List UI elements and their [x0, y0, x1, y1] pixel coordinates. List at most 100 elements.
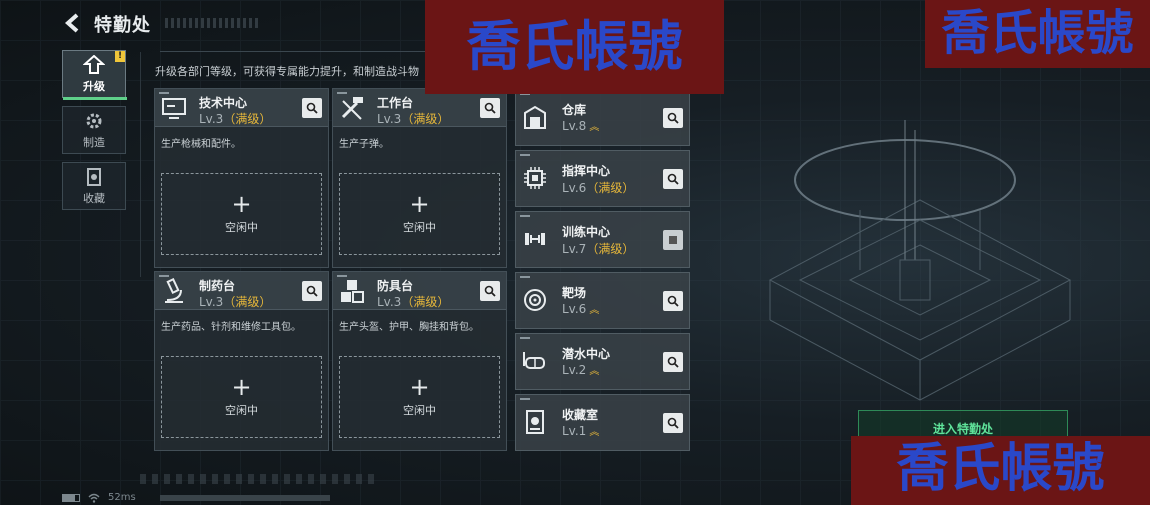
card-description: 生产头盔、护甲、胸挂和背包。 [339, 322, 479, 333]
card-level: Lv.3（满级） [199, 295, 272, 309]
nav-tab-collection[interactable]: 收藏 [62, 162, 126, 210]
facility-level: Lv.8 ︽ [562, 119, 599, 133]
watermark: 喬氏帳號 [851, 436, 1150, 505]
search-icon [667, 173, 679, 185]
upgrade-icon [83, 54, 105, 74]
details-button[interactable] [480, 98, 500, 118]
facility-name: 训练中心 [562, 225, 611, 239]
facility-level: Lv.6（满级） [562, 181, 635, 195]
bottom-status-bar [160, 495, 330, 501]
bottom-decoration [140, 474, 380, 484]
diving-mask-icon [523, 352, 545, 369]
nav-tab-manufacture[interactable]: 制造 [62, 106, 126, 154]
facility-level: Lv.2 ︽ [562, 363, 599, 377]
system-status: 52ms [62, 492, 136, 503]
search-icon [484, 102, 496, 114]
base-wireframe-illustration [768, 120, 1072, 401]
details-button[interactable] [480, 281, 500, 301]
card-tech-center[interactable]: 技术中心 Lv.3（满级） 生产枪械和配件。 + 空闲中 [154, 88, 329, 268]
ping-value: 52ms [108, 492, 136, 503]
facility-name: 收藏室 [562, 408, 599, 422]
collection-room-icon [526, 410, 544, 434]
card-description: 生产子弹。 [339, 139, 389, 150]
details-button[interactable] [663, 230, 683, 250]
details-button[interactable] [663, 352, 683, 372]
search-icon [306, 285, 318, 297]
production-slot[interactable]: + 空闲中 [339, 356, 500, 438]
search-icon [667, 295, 679, 307]
nav-label: 收藏 [83, 191, 105, 205]
nav-label: 升级 [83, 79, 105, 93]
gear-icon [86, 113, 102, 128]
card-level: Lv.3（满级） [377, 295, 450, 309]
placeholder-icon [669, 236, 677, 244]
microscope-icon [165, 278, 183, 303]
header-decoration [165, 18, 260, 28]
search-icon [306, 102, 318, 114]
nav-tab-upgrade[interactable]: ! 升级 [62, 50, 127, 100]
details-button[interactable] [663, 291, 683, 311]
slot-status: 空闲中 [225, 221, 258, 234]
facility-command-center[interactable]: 指挥中心 Lv.6（满级） [515, 150, 690, 207]
card-description: 生产药品、针剂和维修工具包。 [161, 322, 301, 333]
facility-diving-center[interactable]: 潜水中心 Lv.2 ︽ [515, 333, 690, 390]
card-description: 生产枪械和配件。 [161, 139, 241, 150]
facility-level: Lv.6 ︽ [562, 302, 599, 316]
facility-collection-room[interactable]: 收藏室 Lv.1 ︽ [515, 394, 690, 451]
search-icon [484, 285, 496, 297]
production-slot[interactable]: + 空闲中 [339, 173, 500, 255]
card-title: 制药台 [199, 279, 236, 293]
card-level: Lv.3（满级） [377, 112, 450, 126]
monitor-icon [162, 98, 186, 119]
facility-name: 仓库 [562, 103, 587, 117]
chip-icon [524, 167, 546, 189]
search-icon [667, 417, 679, 429]
production-slot[interactable]: + 空闲中 [161, 173, 322, 255]
boxes-icon [341, 280, 364, 303]
details-button[interactable] [663, 169, 683, 189]
plus-icon: + [231, 373, 252, 401]
battery-icon [62, 493, 80, 502]
warehouse-icon [524, 105, 546, 129]
card-workbench[interactable]: 工作台 Lv.3（满级） 生产子弹。 + 空闲中 [332, 88, 507, 268]
details-button[interactable] [663, 108, 683, 128]
notification-badge: ! [115, 51, 125, 62]
nav-label: 制造 [83, 135, 105, 149]
card-title: 工作台 [377, 96, 414, 110]
back-arrow-icon[interactable] [62, 12, 84, 34]
facility-name: 指挥中心 [562, 164, 611, 178]
upgrade-chevron-icon: ︽ [589, 427, 599, 438]
card-title: 技术中心 [199, 96, 248, 110]
frame-divider [140, 52, 141, 277]
facility-shooting-range[interactable]: 靶场 Lv.6 ︽ [515, 272, 690, 329]
page-description: 升级各部门等级，可获得专属能力提升，和制造战斗物 [155, 65, 419, 78]
card-armor-bench[interactable]: 防具台 Lv.3（满级） 生产头盔、护甲、胸挂和背包。 + 空闲中 [332, 271, 507, 451]
slot-status: 空闲中 [225, 404, 258, 417]
slot-status: 空闲中 [403, 404, 436, 417]
card-level: Lv.3（满级） [199, 112, 272, 126]
production-slot[interactable]: + 空闲中 [161, 356, 322, 438]
facility-warehouse[interactable]: 仓库 Lv.8 ︽ [515, 89, 690, 146]
search-icon [667, 112, 679, 124]
plus-icon: + [409, 190, 430, 218]
target-icon [524, 289, 546, 311]
page-title: 特勤处 [94, 15, 151, 36]
watermark: 喬氏帳號 [425, 0, 724, 94]
search-icon [667, 356, 679, 368]
facility-level: Lv.1 ︽ [562, 424, 599, 438]
facility-level: Lv.7（满级） [562, 242, 635, 256]
upgrade-chevron-icon: ︽ [589, 122, 599, 133]
details-button[interactable] [302, 281, 322, 301]
facility-training-center[interactable]: 训练中心 Lv.7（满级） [515, 211, 690, 268]
plus-icon: + [409, 373, 430, 401]
watermark: 喬氏帳號 [925, 0, 1150, 68]
details-button[interactable] [663, 413, 683, 433]
wifi-icon [88, 493, 100, 503]
card-title: 防具台 [377, 279, 414, 293]
upgrade-chevron-icon: ︽ [589, 305, 599, 316]
facility-name: 潜水中心 [562, 347, 611, 361]
details-button[interactable] [302, 98, 322, 118]
dumbbell-icon [525, 233, 545, 245]
card-pharmacy[interactable]: 制药台 Lv.3（满级） 生产药品、针剂和维修工具包。 + 空闲中 [154, 271, 329, 451]
slot-status: 空闲中 [403, 221, 436, 234]
